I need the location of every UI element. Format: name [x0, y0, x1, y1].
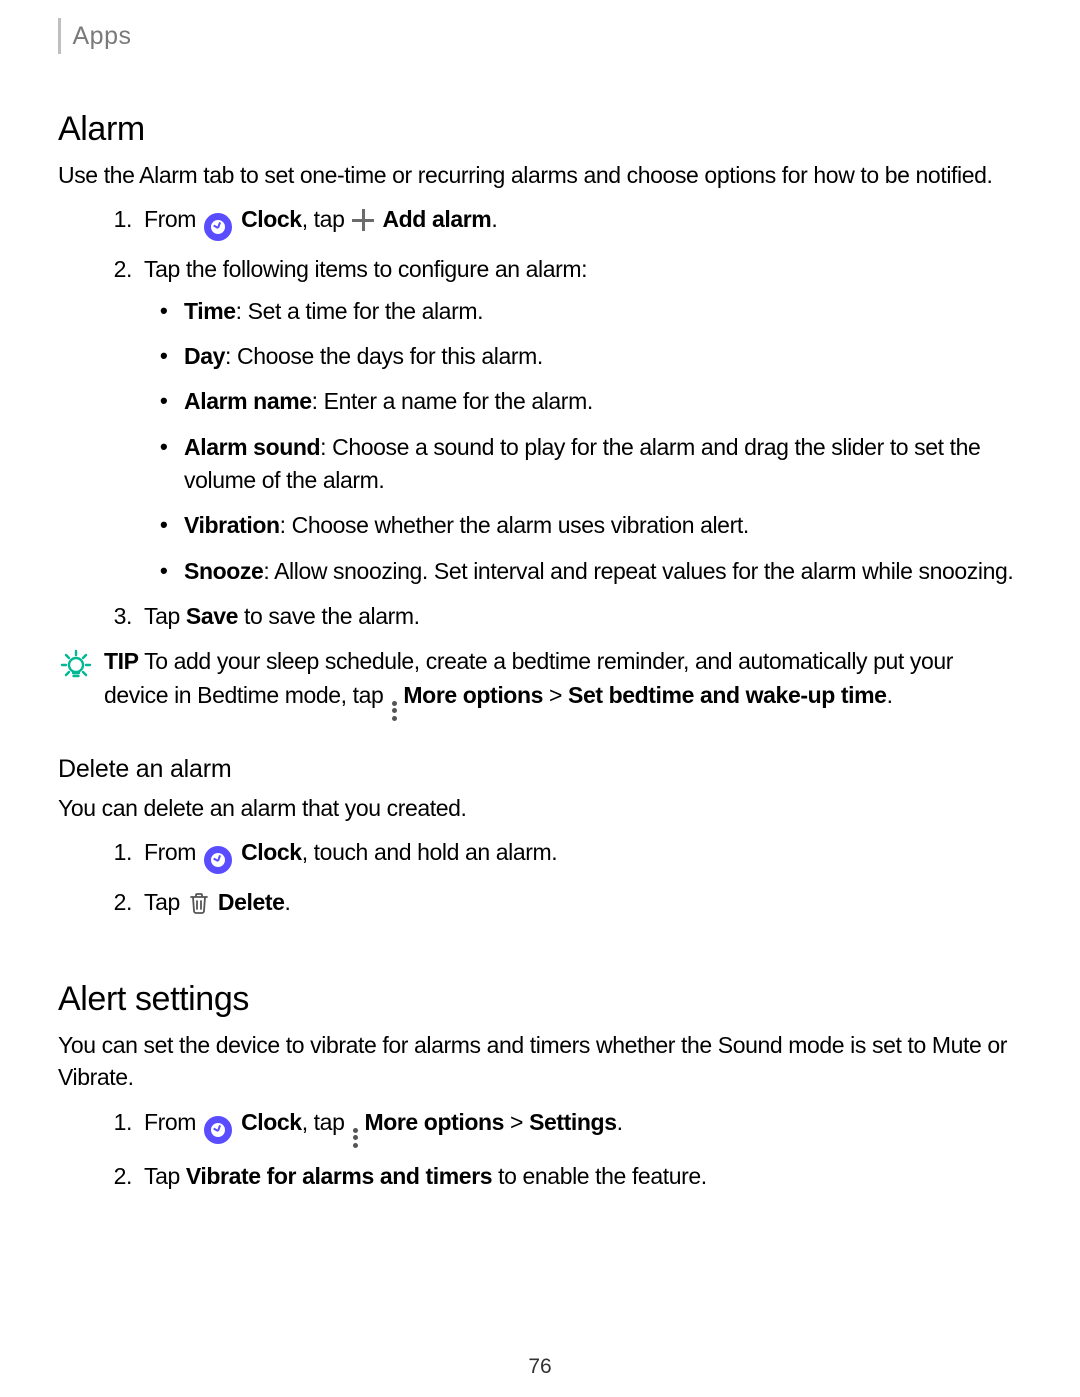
page-container: Apps Alarm Use the Alarm tab to set one-…	[0, 0, 1080, 1397]
alert-step-1: From Clock, tap More options > Settings.	[138, 1106, 1022, 1148]
lightbulb-icon	[58, 647, 98, 692]
trash-icon	[188, 891, 210, 924]
alert-heading: Alert settings	[58, 980, 1022, 1019]
alert-intro: You can set the device to vibrate for al…	[58, 1029, 1022, 1093]
plus-icon	[352, 209, 374, 231]
alarm-heading: Alarm	[58, 110, 1022, 149]
delete-step-1: From Clock, touch and hold an alarm.	[138, 836, 1022, 874]
list-item: Vibration: Choose whether the alarm uses…	[180, 509, 1022, 542]
alarm-steps: From Clock, tap Add alarm. Tap the follo…	[58, 203, 1022, 633]
more-options-icon	[353, 1128, 359, 1148]
delete-step-2: Tap Delete.	[138, 886, 1022, 924]
tip-block: TIP To add your sleep schedule, create a…	[58, 645, 1022, 720]
alert-step-2: Tap Vibrate for alarms and timers to ena…	[138, 1160, 1022, 1193]
alarm-intro: Use the Alarm tab to set one-time or rec…	[58, 159, 1022, 191]
clock-icon	[204, 846, 232, 874]
page-number: 76	[0, 1355, 1080, 1379]
list-item: Alarm sound: Choose a sound to play for …	[180, 431, 1022, 498]
list-item: Snooze: Allow snoozing. Set interval and…	[180, 555, 1022, 588]
alarm-step-3: Tap Save to save the alarm.	[138, 600, 1022, 633]
delete-heading: Delete an alarm	[58, 755, 1022, 784]
list-item: Day: Choose the days for this alarm.	[180, 340, 1022, 373]
tip-content: TIP To add your sleep schedule, create a…	[104, 645, 1022, 720]
alarm-config-list: Time: Set a time for the alarm. Day: Cho…	[144, 295, 1022, 588]
breadcrumb-label: Apps	[73, 22, 132, 51]
delete-intro: You can delete an alarm that you created…	[58, 792, 1022, 824]
clock-label: Clock	[241, 206, 302, 232]
more-options-icon	[392, 701, 398, 721]
breadcrumb: Apps	[58, 18, 1022, 54]
clock-icon	[204, 213, 232, 241]
add-alarm-label: Add alarm	[382, 206, 491, 232]
tip-prefix: TIP	[104, 648, 139, 674]
alarm-step-1: From Clock, tap Add alarm.	[138, 203, 1022, 241]
delete-steps: From Clock, touch and hold an alarm. Tap…	[58, 836, 1022, 924]
clock-icon	[204, 1116, 232, 1144]
alarm-step-2: Tap the following items to configure an …	[138, 253, 1022, 588]
alert-steps: From Clock, tap More options > Settings.…	[58, 1106, 1022, 1193]
list-item: Time: Set a time for the alarm.	[180, 295, 1022, 328]
breadcrumb-divider	[58, 18, 61, 54]
list-item: Alarm name: Enter a name for the alarm.	[180, 385, 1022, 418]
